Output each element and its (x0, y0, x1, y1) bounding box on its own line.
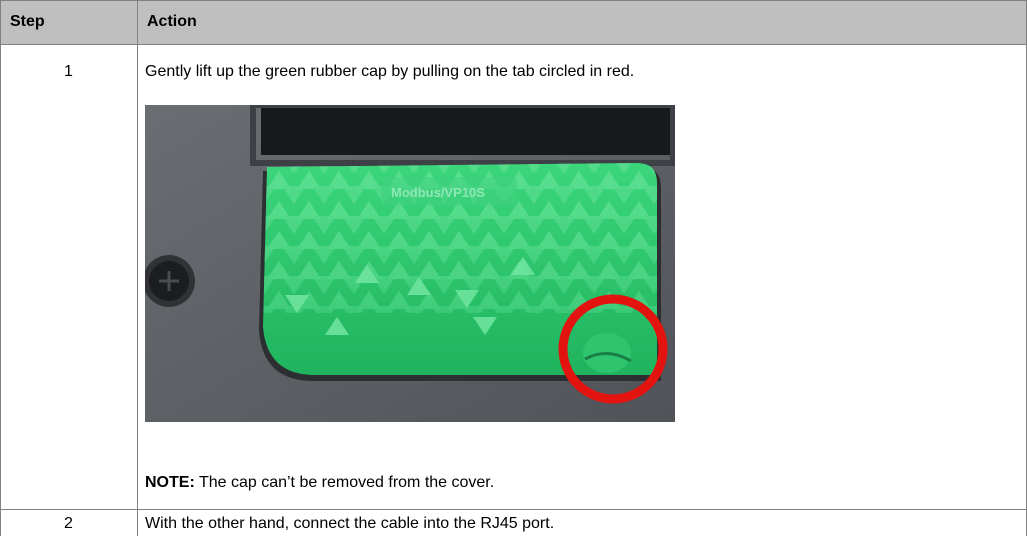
header-action-label: Action (147, 13, 197, 30)
note-text: The cap can’t be removed from the cover. (194, 474, 495, 491)
header-divider (0, 44, 1027, 45)
step-number-2: 2 (64, 515, 73, 532)
row-divider (0, 509, 1027, 510)
green-rubber-cap-photo: Modbus/VP10S (145, 105, 675, 422)
cap-marking-text: Modbus/VP10S (391, 185, 485, 200)
column-divider (137, 0, 138, 536)
cap-illustration: Modbus/VP10S (145, 105, 675, 422)
table-border-left (0, 0, 1, 536)
procedure-table: Step Action 1 Gently lift up the green r… (0, 0, 1027, 536)
step-1-note: NOTE: The cap can’t be removed from the … (145, 474, 494, 492)
header-step: Step (0, 0, 137, 44)
header-action: Action (137, 0, 1027, 44)
step-2-action: With the other hand, connect the cable i… (145, 515, 555, 532)
table-border-top (0, 0, 1027, 1)
step-1-action: Gently lift up the green rubber cap by p… (145, 63, 635, 80)
header-step-label: Step (10, 13, 45, 30)
note-label: NOTE: (145, 474, 195, 491)
step-number-1: 1 (64, 63, 73, 80)
